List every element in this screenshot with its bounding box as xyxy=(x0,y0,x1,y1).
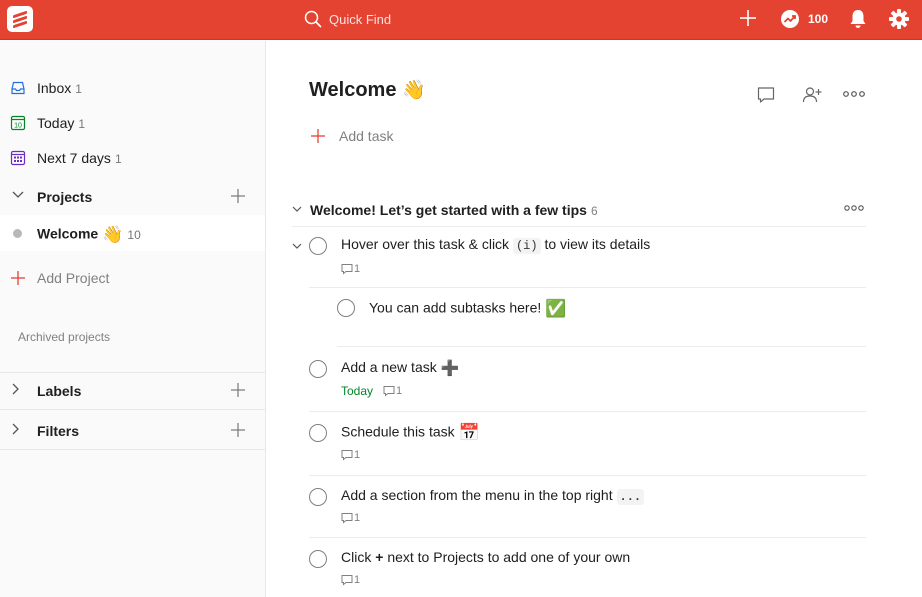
share-add-person-icon[interactable] xyxy=(802,85,822,105)
chevron-right-icon[interactable] xyxy=(11,382,21,396)
task-content: You can add subtasks here! ✅ xyxy=(369,299,567,318)
plus-icon xyxy=(311,129,325,143)
plus-icon xyxy=(11,271,25,285)
add-filter-plus-icon[interactable] xyxy=(231,423,245,437)
task-checkbox[interactable] xyxy=(309,550,327,568)
chevron-down-icon[interactable] xyxy=(11,190,25,200)
task-checkbox[interactable] xyxy=(337,299,355,317)
filters-header[interactable]: Filters xyxy=(0,412,265,448)
task-content: Add a new task ➕ xyxy=(341,359,460,378)
section-header: Welcome! Let’s get started with a few ti… xyxy=(292,197,866,227)
task-item[interactable]: Schedule this task 📅 1 xyxy=(309,412,866,476)
task-content: Click + next to Projects to add one of y… xyxy=(341,549,631,565)
comment-count: 1 xyxy=(396,385,403,397)
task-content: Add a section from the menu in the top r… xyxy=(341,487,645,505)
task-item[interactable]: Add a new task ➕ Today 1 xyxy=(309,347,866,412)
plus-sign-icon: ➕ xyxy=(440,360,460,378)
sidebar-item-label: Today xyxy=(37,115,75,131)
calendar-week-icon xyxy=(10,150,26,166)
bell-icon[interactable] xyxy=(848,8,868,30)
comment-count: 1 xyxy=(354,449,361,462)
inbox-icon xyxy=(11,81,25,95)
task-checkbox[interactable] xyxy=(309,360,327,378)
main-content: Welcome 👋 Add task Welcome! Let’s get st… xyxy=(267,41,922,597)
comment-icon[interactable] xyxy=(341,574,353,586)
top-bar: Quick Find 100 xyxy=(0,0,922,40)
search-icon xyxy=(304,10,322,28)
sidebar-item-count: 1 xyxy=(78,117,86,131)
karma-trend-icon[interactable] xyxy=(780,9,800,29)
chevron-down-icon[interactable] xyxy=(292,205,302,213)
comment-count: 1 xyxy=(354,263,361,276)
waving-hand-icon: 👋 xyxy=(102,225,124,244)
section-title: Welcome! Let’s get started with a few ti… xyxy=(310,202,587,218)
todoist-logo-icon[interactable] xyxy=(7,6,33,32)
comment-count: 1 xyxy=(354,574,361,587)
projects-header[interactable]: Projects xyxy=(0,178,265,214)
comment-icon[interactable] xyxy=(341,449,353,461)
gear-icon[interactable] xyxy=(888,8,910,30)
task-meta: 1 xyxy=(341,574,360,586)
check-mark-icon: ✅ xyxy=(545,299,567,318)
task-meta: 1 xyxy=(341,512,360,524)
calendar-today-icon: 10 xyxy=(10,115,26,131)
divider xyxy=(0,409,265,410)
section-more-options-icon[interactable] xyxy=(844,203,864,213)
sidebar-project-welcome[interactable]: Welcome 👋 10 xyxy=(0,215,265,251)
comments-icon[interactable] xyxy=(756,85,776,105)
sidebar-item-label: Next 7 days xyxy=(37,150,111,166)
sidebar-item-label: Inbox xyxy=(37,80,72,96)
svg-text:10: 10 xyxy=(14,123,22,130)
comment-icon[interactable] xyxy=(341,512,353,524)
add-label-plus-icon[interactable] xyxy=(231,383,245,397)
section-count: 6 xyxy=(590,204,598,218)
task-meta: Today 1 xyxy=(341,384,402,398)
task-item[interactable]: Hover over this task & click (i) to view… xyxy=(309,229,866,288)
labels-header[interactable]: Labels xyxy=(0,372,265,408)
karma-score[interactable]: 100 xyxy=(808,12,828,26)
sidebar-item-count: 1 xyxy=(114,152,122,166)
calendar-icon: 📅 xyxy=(458,423,480,442)
add-project-plus-icon[interactable] xyxy=(231,189,245,203)
add-project-button[interactable]: Add Project xyxy=(0,261,265,295)
sidebar-item-inbox[interactable]: Inbox 1 xyxy=(0,71,265,105)
sidebar-item-next-7-days[interactable]: Next 7 days 1 xyxy=(0,141,265,175)
task-content: Schedule this task 📅 xyxy=(341,423,480,442)
task-checkbox[interactable] xyxy=(309,488,327,506)
add-task-plus-icon[interactable] xyxy=(738,8,758,28)
quick-find-search[interactable]: Quick Find xyxy=(300,6,600,34)
task-meta: 1 xyxy=(341,263,360,275)
more-options-icon[interactable] xyxy=(843,89,865,99)
archived-projects-link[interactable]: Archived projects xyxy=(18,330,110,344)
task-checkbox[interactable] xyxy=(309,424,327,442)
task-item[interactable]: Add a section from the menu in the top r… xyxy=(309,476,866,538)
add-project-label: Add Project xyxy=(37,270,110,286)
project-count: 10 xyxy=(127,227,141,242)
divider xyxy=(0,449,265,450)
project-color-dot xyxy=(13,229,22,238)
task-checkbox[interactable] xyxy=(309,237,327,255)
sidebar-item-today[interactable]: 10 Today 1 xyxy=(0,106,265,140)
task-item[interactable]: Click + next to Projects to add one of y… xyxy=(309,538,866,597)
page-title: Welcome 👋 xyxy=(309,79,426,101)
subtask-collapse-chevron-icon[interactable] xyxy=(292,242,302,250)
add-task-label: Add task xyxy=(339,128,394,144)
comment-icon[interactable] xyxy=(383,385,395,397)
quick-find-placeholder: Quick Find xyxy=(329,12,392,27)
comment-count: 1 xyxy=(354,512,361,525)
due-date[interactable]: Today xyxy=(341,384,373,398)
subtask-item[interactable]: You can add subtasks here! ✅ xyxy=(337,288,866,347)
comment-icon[interactable] xyxy=(341,263,353,275)
task-meta: 1 xyxy=(341,449,360,461)
sidebar-item-count: 1 xyxy=(75,82,82,96)
task-content: Hover over this task & click (i) to view… xyxy=(341,236,651,254)
chevron-right-icon[interactable] xyxy=(11,422,21,436)
sidebar: Inbox 1 10 Today 1 Next 7 days 1 Projects W… xyxy=(0,41,266,597)
project-name: Welcome xyxy=(37,225,99,242)
waving-hand-icon: 👋 xyxy=(402,80,426,101)
projects-label: Projects xyxy=(37,189,93,205)
labels-label: Labels xyxy=(37,383,82,399)
filters-label: Filters xyxy=(37,423,80,439)
